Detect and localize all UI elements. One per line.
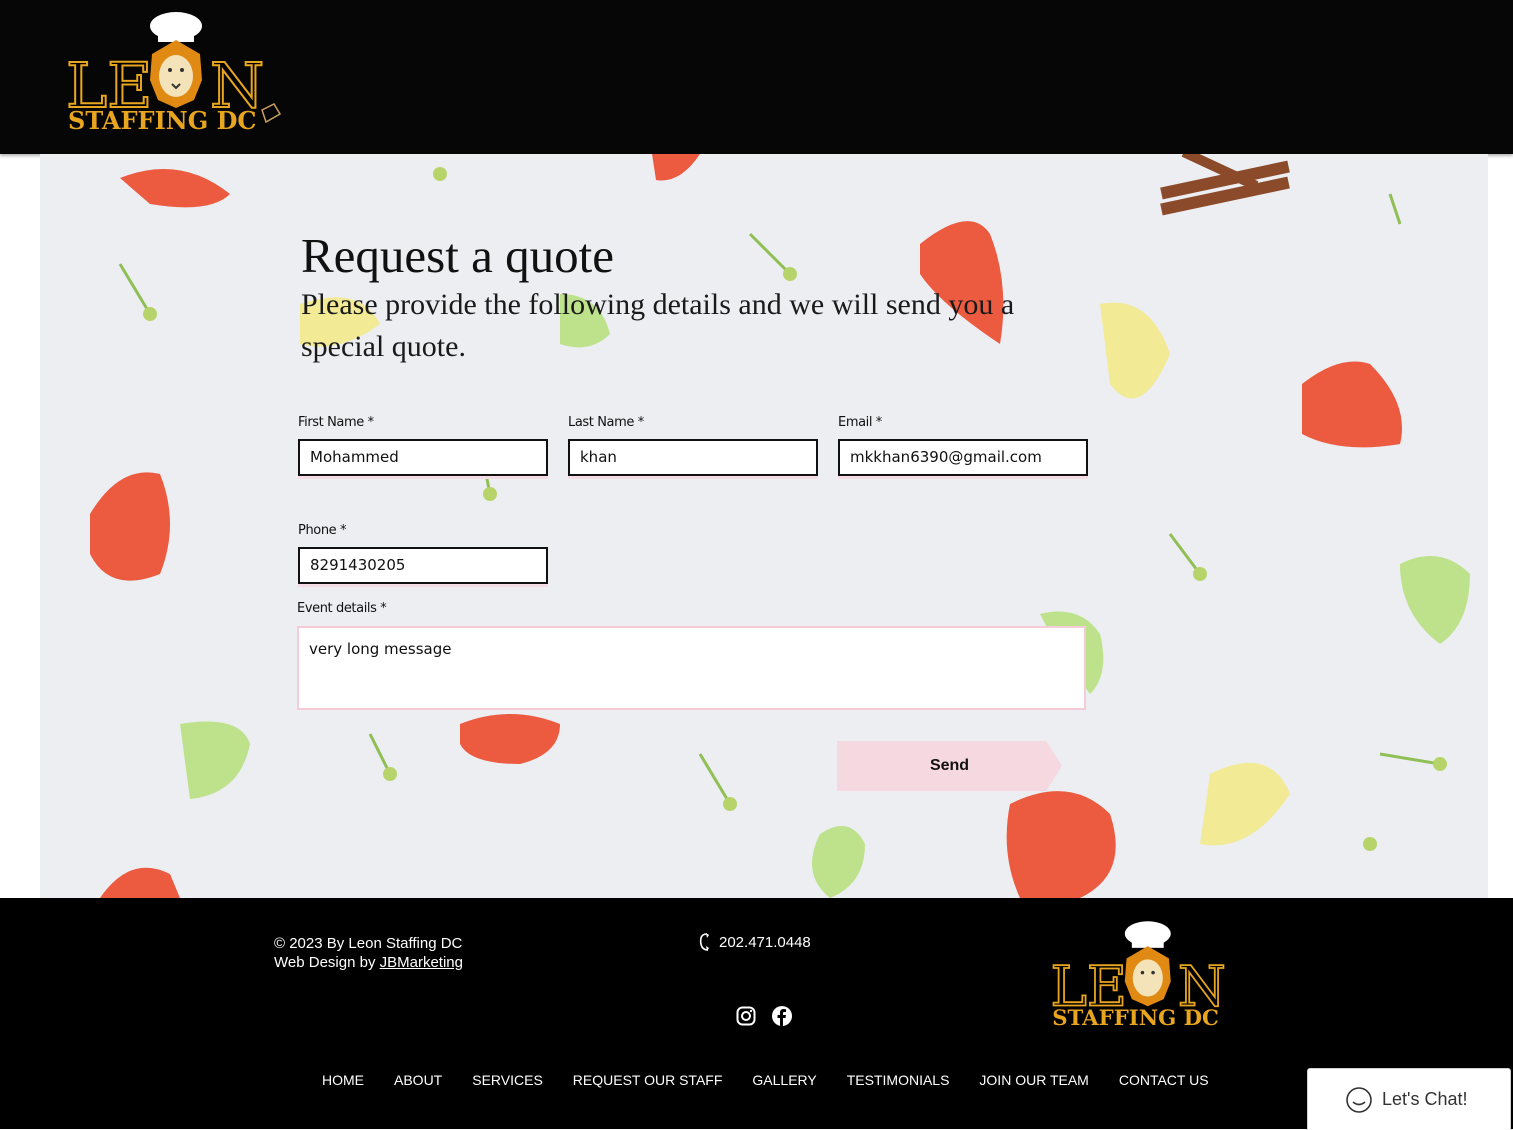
chat-label: Let's Chat!: [1382, 1089, 1468, 1109]
svg-text:STAFFING DC: STAFFING DC: [68, 106, 257, 135]
phone-label: Phone *: [298, 523, 347, 538]
nav-services[interactable]: SERVICES: [472, 1072, 543, 1088]
phone-icon: [699, 933, 709, 951]
nav-gallery[interactable]: GALLERY: [752, 1072, 816, 1088]
phone-field[interactable]: 8291430205: [298, 547, 548, 584]
credit-prefix: Web Design by: [274, 954, 380, 971]
nav-testimonials[interactable]: TESTIMONIALS: [847, 1072, 950, 1088]
jbmarketing-link[interactable]: JBMarketing: [380, 954, 463, 971]
event-details-field[interactable]: very long message: [297, 626, 1086, 710]
email-label: Email *: [838, 415, 882, 430]
last-name-label: Last Name *: [568, 415, 644, 430]
nav-home[interactable]: HOME: [322, 1072, 364, 1088]
svg-text:STAFFING DC: STAFFING DC: [1052, 1006, 1219, 1031]
phone-number: 202.471.0448: [719, 933, 811, 951]
copyright-text: © 2023 By Leon Staffing DC: [274, 935, 463, 952]
chat-smiley-icon: [1346, 1086, 1372, 1113]
chat-widget-button[interactable]: Let's Chat!: [1307, 1068, 1511, 1130]
nav-contact-us[interactable]: CONTACT US: [1119, 1072, 1209, 1088]
last-name-field[interactable]: khan: [568, 439, 818, 476]
footer-logo[interactable]: LE N STAFFING DC: [1050, 916, 1242, 1036]
footer-phone[interactable]: 202.471.0448: [697, 932, 811, 952]
credit-line: Web Design by JBMarketing: [274, 953, 463, 972]
send-button[interactable]: Send: [837, 741, 1062, 791]
page-title: Request a quote: [301, 228, 614, 283]
site-footer: © 2023 By Leon Staffing DC Web Design by…: [0, 898, 1513, 1129]
page-subtitle: Please provide the following details and…: [301, 288, 1015, 363]
site-header: LE N STAFFING DC: [0, 0, 1513, 154]
quote-section: Request a quote Please provide the follo…: [40, 154, 1488, 898]
facebook-icon[interactable]: [772, 1006, 792, 1031]
header-logo[interactable]: LE N STAFFING DC: [65, 6, 282, 141]
nav-request-our-staff[interactable]: REQUEST OUR STAFF: [573, 1072, 723, 1088]
first-name-label: First Name *: [298, 415, 374, 430]
nav-join-our-team[interactable]: JOIN OUR TEAM: [979, 1072, 1088, 1088]
nav-about[interactable]: ABOUT: [394, 1072, 442, 1088]
food-background-image: [90, 154, 1470, 898]
footer-nav: HOME ABOUT SERVICES REQUEST OUR STAFF GA…: [322, 1072, 1209, 1088]
event-details-label: Event details *: [297, 601, 387, 616]
first-name-field[interactable]: Mohammed: [298, 439, 548, 476]
email-field[interactable]: mkkhan6390@gmail.com: [838, 439, 1088, 476]
instagram-icon[interactable]: [736, 1006, 756, 1031]
footer-copyright: © 2023 By Leon Staffing DC Web Design by…: [274, 934, 463, 972]
